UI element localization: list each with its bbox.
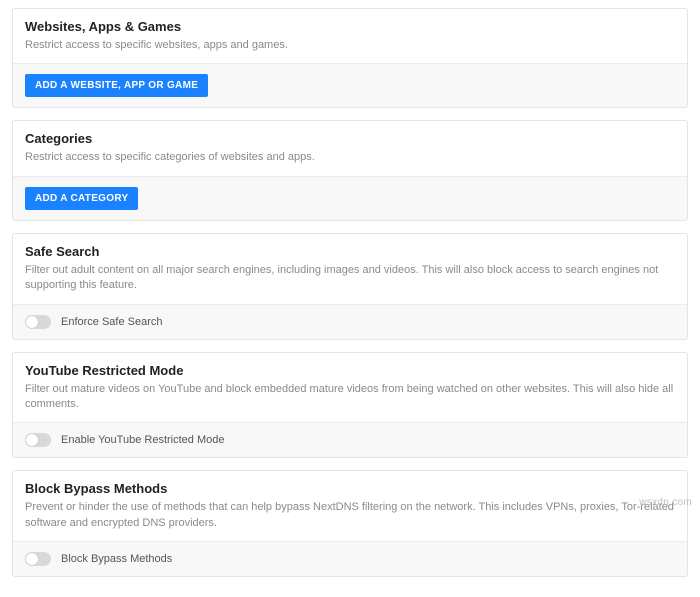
section-description: Restrict access to specific categories o…: [25, 150, 675, 165]
section-description: Filter out adult content on all major se…: [25, 263, 675, 294]
section-youtube-restricted-mode: YouTube Restricted Mode Filter out matur…: [12, 352, 688, 459]
section-header: Categories Restrict access to specific c…: [13, 121, 687, 175]
section-body: Enforce Safe Search: [13, 304, 687, 339]
block-bypass-methods-toggle[interactable]: [25, 552, 51, 566]
add-website-app-game-button[interactable]: ADD A WEBSITE, APP OR GAME: [25, 74, 208, 97]
section-body: ADD A CATEGORY: [13, 176, 687, 220]
section-body: Enable YouTube Restricted Mode: [13, 422, 687, 457]
section-title: Block Bypass Methods: [25, 481, 675, 496]
section-body: Block Bypass Methods: [13, 541, 687, 576]
toggle-label: Enable YouTube Restricted Mode: [61, 434, 224, 446]
add-category-button[interactable]: ADD A CATEGORY: [25, 187, 138, 210]
section-description: Restrict access to specific websites, ap…: [25, 38, 675, 53]
section-title: Safe Search: [25, 244, 675, 259]
section-title: Categories: [25, 131, 675, 146]
section-description: Filter out mature videos on YouTube and …: [25, 382, 675, 413]
watermark: wsxdn.com: [639, 497, 692, 508]
section-title: YouTube Restricted Mode: [25, 363, 675, 378]
enforce-safe-search-toggle[interactable]: [25, 315, 51, 329]
enable-youtube-restricted-mode-toggle[interactable]: [25, 433, 51, 447]
section-header: Safe Search Filter out adult content on …: [13, 234, 687, 304]
section-safe-search: Safe Search Filter out adult content on …: [12, 233, 688, 340]
section-header: Block Bypass Methods Prevent or hinder t…: [13, 471, 687, 541]
section-header: YouTube Restricted Mode Filter out matur…: [13, 353, 687, 423]
section-title: Websites, Apps & Games: [25, 19, 675, 34]
section-body: ADD A WEBSITE, APP OR GAME: [13, 63, 687, 107]
section-header: Websites, Apps & Games Restrict access t…: [13, 9, 687, 63]
toggle-label: Enforce Safe Search: [61, 316, 163, 328]
section-categories: Categories Restrict access to specific c…: [12, 120, 688, 220]
section-block-bypass-methods: Block Bypass Methods Prevent or hinder t…: [12, 470, 688, 577]
toggle-label: Block Bypass Methods: [61, 553, 172, 565]
section-websites-apps-games: Websites, Apps & Games Restrict access t…: [12, 8, 688, 108]
section-description: Prevent or hinder the use of methods tha…: [25, 500, 675, 531]
